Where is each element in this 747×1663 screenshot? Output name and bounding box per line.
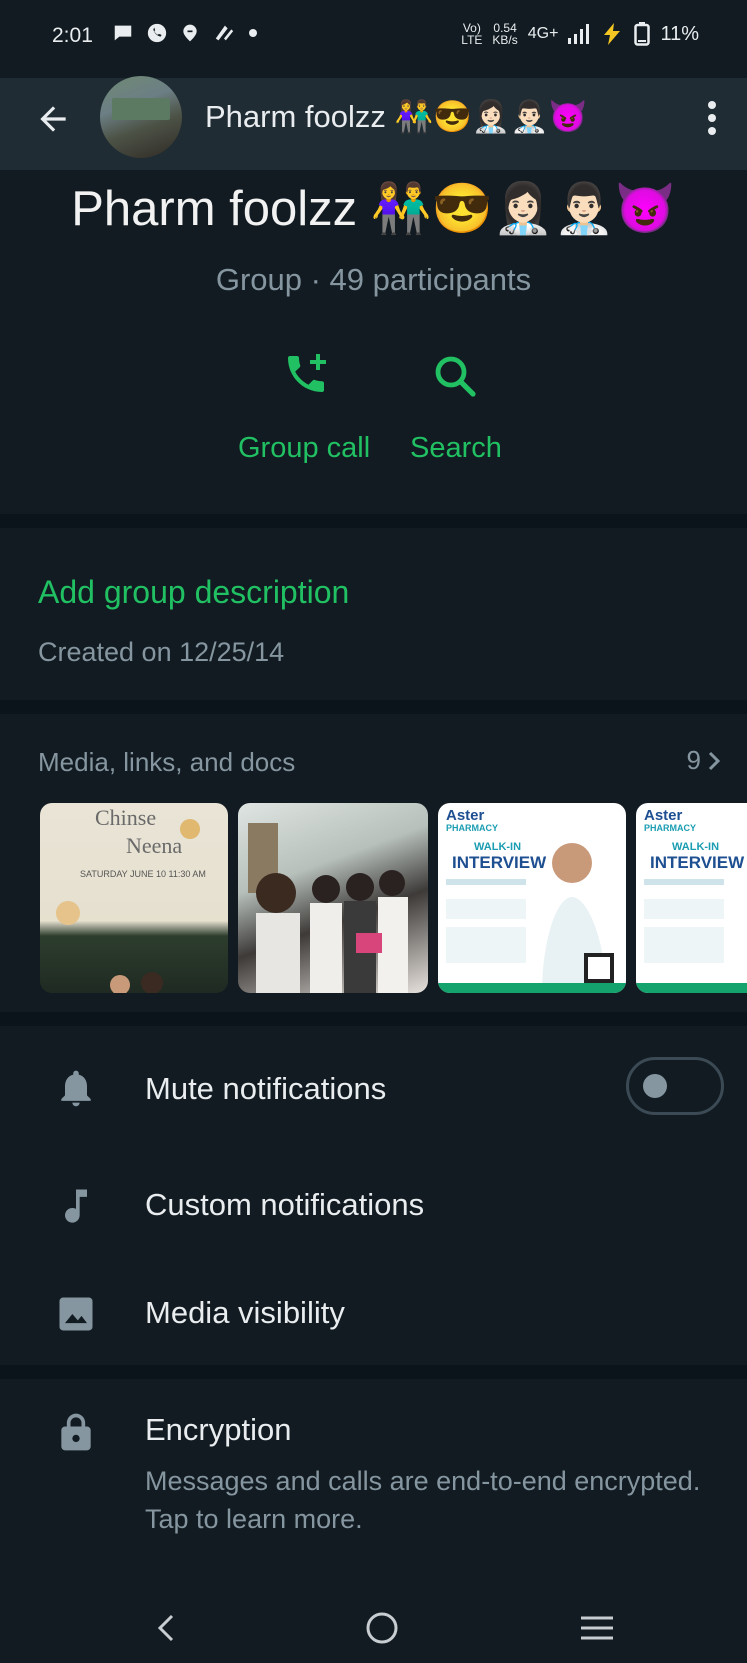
charging-icon bbox=[604, 23, 621, 45]
group-avatar[interactable] bbox=[100, 76, 182, 158]
chevron-right-icon bbox=[708, 751, 721, 770]
notification-icons bbox=[112, 22, 258, 44]
toolbar-title: Pharm foolzz 👫😎👩🏻‍⚕️👨🏻‍⚕️😈 bbox=[205, 99, 588, 134]
group-name: Pharm foolzz 👫😎👩🏻‍⚕️👨🏻‍⚕️😈 bbox=[71, 182, 676, 236]
section-divider bbox=[0, 1365, 747, 1379]
whatsapp-icon bbox=[147, 23, 167, 43]
group-subtitle: Group · 49 participants bbox=[215, 262, 532, 297]
media-thumbnail[interactable]: Chinse Neena SATURDAY JUNE 10 11:30 AM bbox=[40, 803, 228, 993]
mute-notifications[interactable]: Mute notifications bbox=[145, 1071, 386, 1107]
group-call-button[interactable]: Group call bbox=[238, 432, 370, 465]
add-description-link[interactable]: Add group description bbox=[38, 574, 349, 611]
media-count[interactable]: 9 bbox=[687, 745, 721, 776]
nav-back-icon[interactable] bbox=[145, 1606, 189, 1650]
poster-footer bbox=[636, 983, 747, 993]
volte-indicator: Vo) LTE bbox=[461, 21, 483, 47]
section-divider bbox=[0, 514, 747, 528]
media-visibility[interactable]: Media visibility bbox=[145, 1295, 345, 1331]
media-thumbnail[interactable]: Aster PHARMACY WALK-IN INTERVIEW bbox=[438, 803, 626, 993]
search-icon[interactable] bbox=[431, 352, 479, 400]
battery-icon bbox=[634, 22, 651, 46]
encryption-description: Messages and calls are end-to-end encryp… bbox=[145, 1466, 701, 1534]
app-icon bbox=[215, 25, 234, 41]
music-note-icon bbox=[65, 1189, 87, 1223]
poster-graphic bbox=[644, 879, 724, 963]
poster-graphic bbox=[446, 843, 614, 993]
swiggy-icon bbox=[183, 24, 197, 42]
network-type: 4G+ bbox=[527, 25, 559, 42]
floral-decoration bbox=[56, 819, 200, 993]
mute-toggle[interactable] bbox=[626, 1057, 724, 1115]
group-photo bbox=[248, 823, 408, 993]
signal-icon bbox=[568, 24, 590, 44]
lock-icon bbox=[61, 1413, 91, 1451]
chat-icon bbox=[114, 25, 132, 41]
media-thumbnail[interactable]: Aster PHARMACY WALK-IN INTERVIEW bbox=[636, 803, 747, 993]
search-button[interactable]: Search bbox=[410, 432, 502, 465]
status-right: Vo) LTE 0.54 KB/s 4G+ 11% bbox=[461, 22, 699, 46]
back-arrow-icon[interactable] bbox=[34, 100, 72, 138]
nav-home-icon[interactable] bbox=[360, 1606, 404, 1650]
media-header[interactable]: Media, links, and docs bbox=[38, 747, 295, 778]
custom-notifications[interactable]: Custom notifications bbox=[145, 1187, 424, 1223]
section-divider bbox=[0, 1012, 747, 1026]
media-thumbnail[interactable] bbox=[238, 803, 428, 993]
created-date: Created on 12/25/14 bbox=[38, 637, 285, 667]
image-icon bbox=[59, 1297, 93, 1331]
poster-footer bbox=[438, 983, 626, 993]
add-call-icon[interactable] bbox=[282, 350, 330, 398]
bell-icon bbox=[61, 1070, 91, 1107]
more-options-icon[interactable] bbox=[706, 100, 718, 136]
encryption[interactable]: Encryption bbox=[145, 1412, 291, 1448]
status-time: 2:01 bbox=[52, 24, 93, 47]
battery-percent: 11% bbox=[660, 22, 699, 45]
section-divider bbox=[0, 700, 747, 714]
data-speed: 0.54 KB/s bbox=[492, 21, 518, 47]
nav-recents-icon[interactable] bbox=[575, 1606, 619, 1650]
dot-icon bbox=[249, 29, 257, 37]
